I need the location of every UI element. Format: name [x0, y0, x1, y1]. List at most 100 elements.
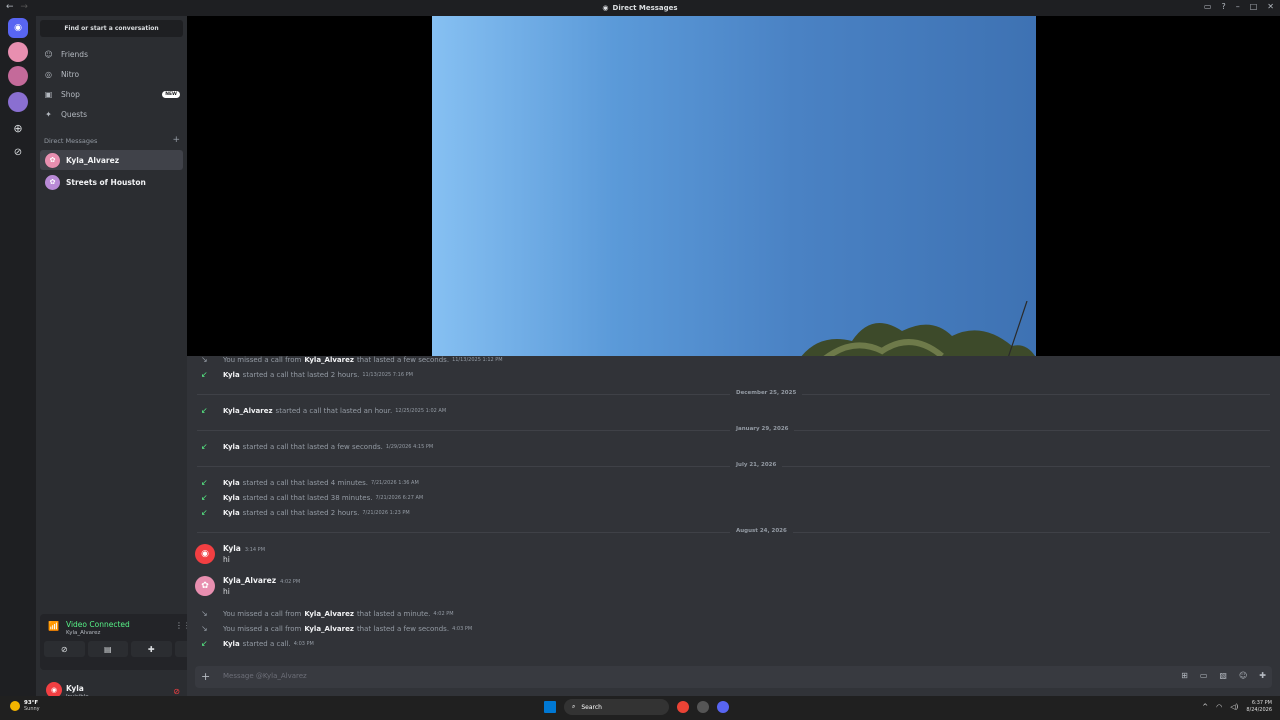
voice-status[interactable]: Video Connected — [66, 620, 130, 629]
clock[interactable]: 6:37 PM 8/24/2026 — [1246, 700, 1272, 714]
server-icon-2[interactable] — [8, 66, 28, 86]
avatar[interactable]: ✿ — [195, 576, 215, 596]
dm-sidebar: Find or start a conversation ☺ Friends ◎… — [36, 16, 219, 700]
sun-icon — [10, 701, 20, 711]
dm-main: ↘ You missed a call from Kyla_Alvarez that… — [187, 16, 1280, 696]
chat-message: ◉ Kyla 3:14 PM hi — [195, 544, 795, 574]
message-text: hi — [223, 555, 230, 564]
message-timestamp: 3:14 PM — [244, 547, 266, 553]
phone-missed-icon: ↘ — [201, 624, 208, 633]
server-rail: ◉ ⊕ ⊘ — [0, 16, 36, 696]
call-log: ↙ Kyla started a call that lasted 38 minu… — [201, 493, 424, 502]
inbox-icon[interactable]: ▭ — [1204, 2, 1212, 11]
volume-icon[interactable]: ◁) — [1230, 703, 1238, 711]
signal-icon[interactable]: 📶 — [48, 622, 59, 632]
call-log: ↙ Kyla started a call that lasted a few s… — [201, 442, 434, 451]
phone-icon: ↙ — [201, 406, 208, 415]
composer-tools: ⊞ ▭ ▧ ☺ ✚ — [1181, 671, 1266, 680]
message-composer[interactable]: + Message @Kyla_Alvarez ⊞ ▭ ▧ ☺ ✚ — [195, 666, 1272, 688]
taskbar-search[interactable]: ⌕ Search — [564, 699, 669, 715]
call-log: ↙ Kyla_Alvarez started a call that lasted… — [201, 406, 447, 415]
date-divider: July 21, 2026 — [197, 462, 1270, 468]
video-call-area[interactable] — [187, 16, 1280, 356]
gif-icon[interactable]: ▭ — [1200, 671, 1208, 680]
find-conversation-button[interactable]: Find or start a conversation — [40, 20, 183, 37]
wifi-icon[interactable]: ◠ — [1216, 703, 1222, 711]
sidebar-item-label: Shop — [61, 89, 80, 99]
help-icon[interactable]: ? — [1221, 2, 1225, 11]
phone-missed-icon: ↘ — [201, 355, 208, 364]
maximize-button[interactable]: □ — [1250, 2, 1258, 11]
weather-condition: Sunny — [24, 706, 40, 712]
weather-widget[interactable]: 93°F Sunny — [10, 700, 40, 712]
server-icon-1[interactable] — [8, 42, 28, 62]
shop-icon: ▣ — [44, 89, 53, 99]
quests-icon: ✦ — [45, 109, 52, 119]
chat-message: ✿ Kyla_Alvarez 4:02 PM hi — [195, 576, 795, 606]
emoji-icon[interactable]: ☺ — [1239, 671, 1247, 680]
message-timestamp: 4:02 PM — [280, 579, 301, 585]
message-author[interactable]: Kyla — [223, 544, 241, 553]
call-log: ↙ Kyla started a call. 4:03 PM — [201, 639, 314, 648]
screen-share-button[interactable]: ▤ — [87, 641, 128, 657]
call-log: ↘ You missed a call from Kyla_Alvarez that… — [201, 624, 473, 633]
sidebar-item-nitro[interactable]: ◎ Nitro — [44, 66, 180, 82]
attach-plus-icon[interactable]: + — [201, 670, 210, 683]
apps-icon[interactable]: ✚ — [1259, 671, 1266, 680]
sticker-icon[interactable]: ▧ — [1219, 671, 1227, 680]
friends-icon: ☺ — [44, 49, 53, 59]
home-dm-button[interactable]: ◉ — [8, 18, 28, 38]
system-tray: ^ ◠ ◁) 6:37 PM 8/24/2026 — [1202, 700, 1272, 714]
chevron-up-icon[interactable]: ^ — [1202, 703, 1208, 711]
minimize-button[interactable]: – — [1236, 2, 1240, 11]
date-divider: January 29, 2026 — [197, 426, 1270, 432]
title-bar: ← → ◉ Direct Messages ▭ ? – □ ✕ — [0, 0, 1280, 16]
call-log: ↘ You missed a call from Kyla_Alvarez that… — [201, 609, 454, 618]
dm-item-kyla-alvarez[interactable]: ✿ Kyla_Alvarez — [40, 150, 183, 170]
discover-icon[interactable]: ⊘ — [8, 142, 28, 162]
call-log: ↙ Kyla started a call that lasted 2 hours… — [201, 508, 410, 517]
search-icon: ⌕ — [572, 703, 576, 710]
user-name[interactable]: Kyla — [66, 684, 84, 693]
windows-taskbar: 93°F Sunny ⌕ Search ^ ◠ ◁) 6:37 PM 8/24/… — [0, 696, 1280, 720]
close-button[interactable]: ✕ — [1267, 2, 1274, 11]
forward-button[interactable]: → — [20, 2, 28, 12]
sidebar-item-friends[interactable]: ☺ Friends — [44, 46, 180, 62]
mute-mic-icon[interactable]: ⊘ — [173, 687, 180, 696]
voice-channel: Kyla_Alvarez — [66, 630, 101, 636]
add-server-icon[interactable]: ⊕ — [8, 118, 28, 138]
clock-time: 6:37 PM — [1251, 700, 1272, 706]
sidebar-item-label: Quests — [61, 109, 88, 119]
video-stream[interactable] — [432, 16, 1036, 356]
dm-item-streets-of-houston[interactable]: ✿ Streets of Houston — [40, 172, 183, 192]
avatar: ✿ — [45, 174, 60, 190]
dm-item-label: Streets of Houston — [66, 177, 146, 187]
chrome-icon[interactable] — [677, 701, 689, 713]
tree-foliage — [801, 301, 1035, 356]
message-list: ↘ You missed a call from Kyla_Alvarez that… — [187, 355, 1280, 662]
search-label: Search — [581, 703, 602, 711]
app-icon[interactable] — [697, 701, 709, 713]
sidebar-item-label: Friends — [61, 49, 88, 59]
taskbar-center: ⌕ Search — [544, 699, 729, 715]
server-icon-3[interactable] — [8, 92, 28, 112]
gift-icon[interactable]: ⊞ — [1181, 671, 1188, 680]
camera-off-button[interactable]: ⊘ — [44, 641, 85, 657]
back-button[interactable]: ← — [6, 2, 14, 12]
phone-icon: ↙ — [201, 478, 208, 487]
activities-button[interactable]: ✚ — [131, 641, 172, 657]
sidebar-item-shop[interactable]: ▣ Shop NEW — [44, 86, 180, 102]
window-title-text: Direct Messages — [612, 4, 678, 12]
message-input[interactable]: Message @Kyla_Alvarez — [223, 672, 307, 680]
discord-taskbar-icon[interactable] — [717, 701, 729, 713]
dm-item-label: Kyla_Alvarez — [66, 155, 120, 165]
create-dm-icon[interactable]: + — [172, 135, 180, 145]
phone-icon: ↙ — [201, 370, 208, 379]
message-author[interactable]: Kyla_Alvarez — [223, 576, 276, 585]
avatar[interactable]: ◉ — [195, 544, 215, 564]
sidebar-item-quests[interactable]: ✦ Quests — [44, 106, 180, 122]
windows-start-icon[interactable] — [544, 701, 556, 713]
phone-missed-icon: ↘ — [201, 609, 208, 618]
phone-icon: ↙ — [201, 639, 208, 648]
call-log: ↙ Kyla started a call that lasted 4 minut… — [201, 478, 419, 487]
